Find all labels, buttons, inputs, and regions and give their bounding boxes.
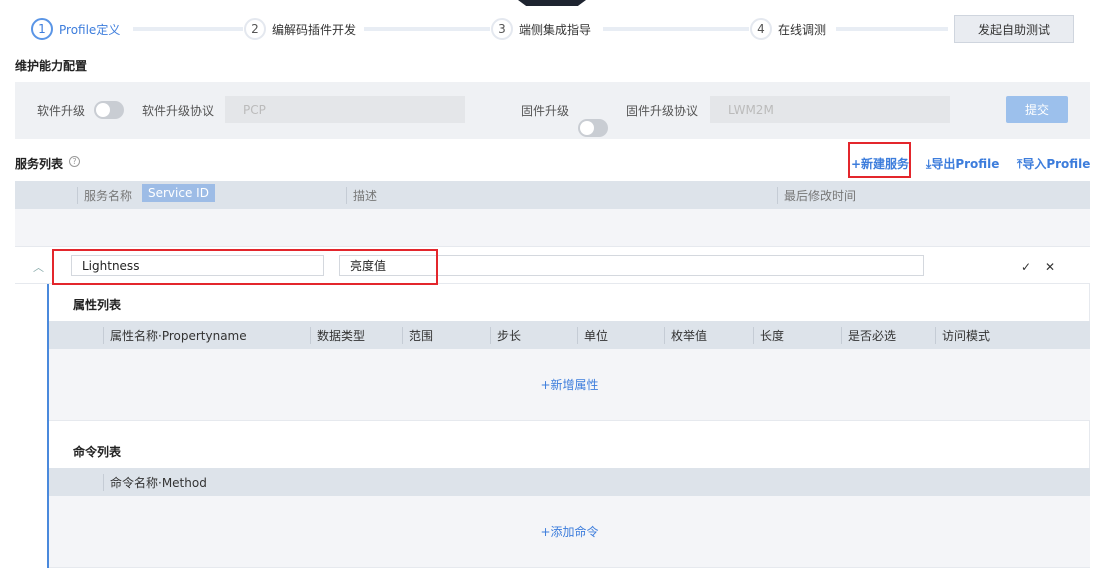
confirm-icon[interactable]: ✓ (1021, 260, 1031, 274)
top-notch (518, 0, 586, 6)
step-number: 3 (491, 18, 513, 40)
command-table-body: +添加命令 (49, 496, 1090, 568)
col-data-type: 数据类型 (310, 327, 365, 344)
step-connector (603, 27, 749, 31)
export-label: 导出Profile (931, 157, 1000, 171)
step-label: 端侧集成指导 (519, 22, 592, 37)
col-step: 步长 (490, 327, 521, 344)
step-label: 在线调测 (778, 22, 827, 37)
empty-row (15, 209, 1090, 246)
submit-button[interactable]: 提交 (1006, 96, 1068, 123)
firmware-upgrade-label: 固件升级 (521, 104, 570, 118)
col-command-name: 命令名称·Method (103, 474, 207, 491)
service-table-header: 服务名称 Service ID 描述 最后修改时间 (15, 181, 1090, 209)
import-label: 导入Profile (1022, 157, 1091, 171)
step-3[interactable]: 3 端侧集成指导 (491, 17, 591, 41)
add-command-button[interactable]: +添加命令 (49, 523, 1090, 540)
col-access-mode: 访问模式 (935, 327, 990, 344)
col-last-modified: 最后修改时间 (777, 187, 856, 204)
step-label: 编解码插件开发 (272, 22, 357, 37)
step-4[interactable]: 4 在线调测 (750, 17, 826, 41)
software-protocol-select[interactable]: PCP (225, 96, 465, 123)
col-enum: 枚举值 (664, 327, 707, 344)
add-property-button[interactable]: +新增属性 (49, 376, 1090, 393)
col-service-name: 服务名称 (77, 187, 132, 204)
software-protocol-label: 软件升级协议 (142, 104, 215, 118)
command-table-header: 命令名称·Method (49, 468, 1090, 496)
step-connector (836, 27, 948, 31)
new-service-button[interactable]: +新建服务 (851, 155, 909, 172)
firmware-upgrade-toggle[interactable] (578, 119, 608, 137)
property-table-body: +新增属性 (49, 349, 1090, 421)
step-number: 1 (31, 18, 53, 40)
software-upgrade-label: 软件升级 (37, 104, 86, 118)
firmware-protocol-select[interactable]: LWM2M (710, 96, 950, 123)
collapse-icon[interactable]: ︿ (33, 259, 44, 275)
command-list-title: 命令列表 (73, 445, 122, 459)
col-length: 长度 (753, 327, 784, 344)
maintenance-title: 维护能力配置 (15, 59, 88, 73)
help-icon[interactable]: ? (69, 156, 80, 167)
property-table-header: 属性名称·Propertyname 数据类型 范围 步长 单位 枚举值 长度 是… (49, 321, 1090, 349)
firmware-protocol-label: 固件升级协议 (626, 104, 699, 118)
col-service-id-tag: Service ID (142, 184, 215, 202)
export-profile-link[interactable]: ⤓导出Profile (926, 155, 999, 172)
col-required: 是否必选 (841, 327, 896, 344)
step-number: 2 (244, 18, 266, 40)
cancel-icon[interactable]: ✕ (1045, 260, 1055, 274)
highlight-box (52, 249, 438, 285)
service-list-title: 服务列表 (15, 157, 64, 171)
step-number: 4 (750, 18, 772, 40)
col-unit: 单位 (577, 327, 608, 344)
software-upgrade-toggle[interactable] (94, 101, 124, 119)
import-profile-link[interactable]: ⤒导入Profile (1017, 155, 1090, 172)
step-label: Profile定义 (59, 22, 121, 37)
step-1[interactable]: 1 Profile定义 (31, 17, 120, 41)
property-list-title: 属性列表 (73, 298, 122, 312)
self-test-button[interactable]: 发起自助测试 (954, 15, 1074, 43)
step-2[interactable]: 2 编解码插件开发 (244, 17, 356, 41)
col-property-name: 属性名称·Propertyname (103, 327, 247, 344)
step-connector (364, 27, 490, 31)
col-description: 描述 (346, 187, 377, 204)
step-connector (133, 27, 243, 31)
col-range: 范围 (402, 327, 433, 344)
